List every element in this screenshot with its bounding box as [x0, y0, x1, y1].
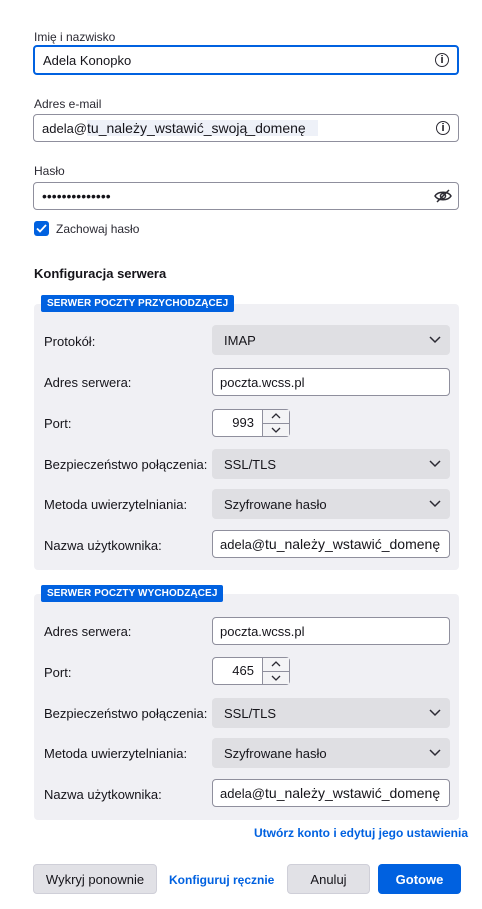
remember-password-checkbox[interactable]	[34, 221, 49, 236]
chevron-down-icon	[420, 709, 450, 717]
incoming-port-label: Port:	[44, 416, 72, 431]
outgoing-auth-value: Szyfrowane hasło	[224, 745, 327, 761]
incoming-username-input[interactable]: adela@tu_należy_wstawić_domenę	[212, 530, 450, 558]
manual-config-link[interactable]: Konfiguruj ręcznie	[169, 873, 274, 887]
email-field[interactable]: adela@tu_należy_wstawić_swoją_domenę i	[33, 114, 459, 142]
incoming-security-select[interactable]: SSL/TLS	[212, 449, 450, 479]
password-field[interactable]: ••••••••••••••	[33, 182, 459, 210]
outgoing-security-value: SSL/TLS	[224, 705, 277, 721]
outgoing-username-input[interactable]: adela@tu_należy_wstawić_domenę	[212, 779, 450, 807]
password-value: ••••••••••••••	[42, 188, 111, 204]
name-label: Imię i nazwisko	[34, 30, 116, 44]
create-and-edit-link[interactable]: Utwórz konto i edytuj jego ustawienia	[254, 826, 468, 840]
chevron-down-icon	[420, 749, 450, 757]
checkmark-icon	[36, 224, 47, 233]
name-value: Adela Konopko	[43, 52, 132, 68]
username-user: adela@	[220, 537, 266, 552]
incoming-host-label: Adres serwera:	[44, 375, 132, 390]
outgoing-server-badge: SERWER POCZTY WYCHODZĄCEJ	[41, 585, 224, 602]
outgoing-auth-select[interactable]: Szyfrowane hasło	[212, 738, 450, 768]
incoming-auth-select[interactable]: Szyfrowane hasło	[212, 489, 450, 519]
port-increment-button[interactable]	[263, 658, 289, 671]
email-domain: tu_należy_wstawić_swoją_domenę	[87, 120, 318, 136]
incoming-protocol-value: IMAP	[224, 332, 256, 348]
incoming-auth-value: Szyfrowane hasło	[224, 496, 327, 512]
email-label: Adres e-mail	[34, 97, 102, 111]
incoming-security-value: SSL/TLS	[224, 456, 277, 472]
outgoing-host-value: poczta.wcss.pl	[220, 623, 305, 639]
incoming-port-value: 993	[232, 415, 254, 430]
outgoing-port-value: 465	[232, 663, 254, 678]
done-button[interactable]: Gotowe	[378, 864, 461, 894]
outgoing-auth-label: Metoda uwierzytelniania:	[44, 746, 188, 761]
outgoing-host-input[interactable]: poczta.wcss.pl	[212, 617, 450, 645]
info-icon[interactable]: i	[428, 115, 458, 141]
port-decrement-button[interactable]	[263, 670, 289, 684]
chevron-down-icon	[420, 500, 450, 508]
incoming-server-badge: SERWER POCZTY PRZYCHODZĄCEJ	[41, 295, 235, 312]
incoming-security-label: Bezpieczeństwo połączenia:	[44, 457, 208, 472]
incoming-auth-label: Metoda uwierzytelniania:	[44, 497, 188, 512]
incoming-host-value: poczta.wcss.pl	[220, 374, 305, 390]
incoming-protocol-select[interactable]: IMAP	[212, 325, 450, 355]
outgoing-username-label: Nazwa użytkownika:	[44, 787, 162, 802]
incoming-port-stepper[interactable]: 993	[212, 409, 290, 437]
chevron-down-icon	[420, 460, 450, 468]
eye-slash-icon[interactable]	[428, 183, 458, 209]
outgoing-security-select[interactable]: SSL/TLS	[212, 698, 450, 728]
port-increment-button[interactable]	[263, 410, 289, 423]
outgoing-port-label: Port:	[44, 665, 72, 680]
name-field[interactable]: Adela Konopko i	[33, 45, 459, 75]
chevron-down-icon	[420, 336, 450, 344]
remember-password-label[interactable]: Zachowaj hasło	[56, 222, 139, 236]
info-icon[interactable]: i	[427, 47, 457, 73]
incoming-host-input[interactable]: poczta.wcss.pl	[212, 368, 450, 396]
retest-button[interactable]: Wykryj ponownie	[33, 864, 157, 894]
password-label: Hasło	[34, 164, 65, 178]
cancel-button[interactable]: Anuluj	[287, 864, 370, 894]
outgoing-host-label: Adres serwera:	[44, 624, 132, 639]
outgoing-security-label: Bezpieczeństwo połączenia:	[44, 706, 208, 721]
outgoing-port-stepper[interactable]: 465	[212, 657, 290, 685]
username-domain: tu_należy_wstawić_domenę	[265, 536, 441, 552]
email-value: adela@tu_należy_wstawić_swoją_domenę	[34, 120, 428, 136]
port-decrement-button[interactable]	[263, 422, 289, 436]
incoming-protocol-label: Protokół:	[44, 334, 96, 349]
outgoing-username-value: adela@tu_należy_wstawić_domenę	[213, 785, 440, 801]
username-domain: tu_należy_wstawić_domenę	[265, 785, 441, 801]
email-user: adela@	[42, 121, 88, 136]
incoming-username-label: Nazwa użytkownika:	[44, 538, 162, 553]
incoming-username-value: adela@tu_należy_wstawić_domenę	[213, 536, 440, 552]
username-user: adela@	[220, 786, 266, 801]
server-config-title: Konfiguracja serwera	[34, 266, 167, 281]
